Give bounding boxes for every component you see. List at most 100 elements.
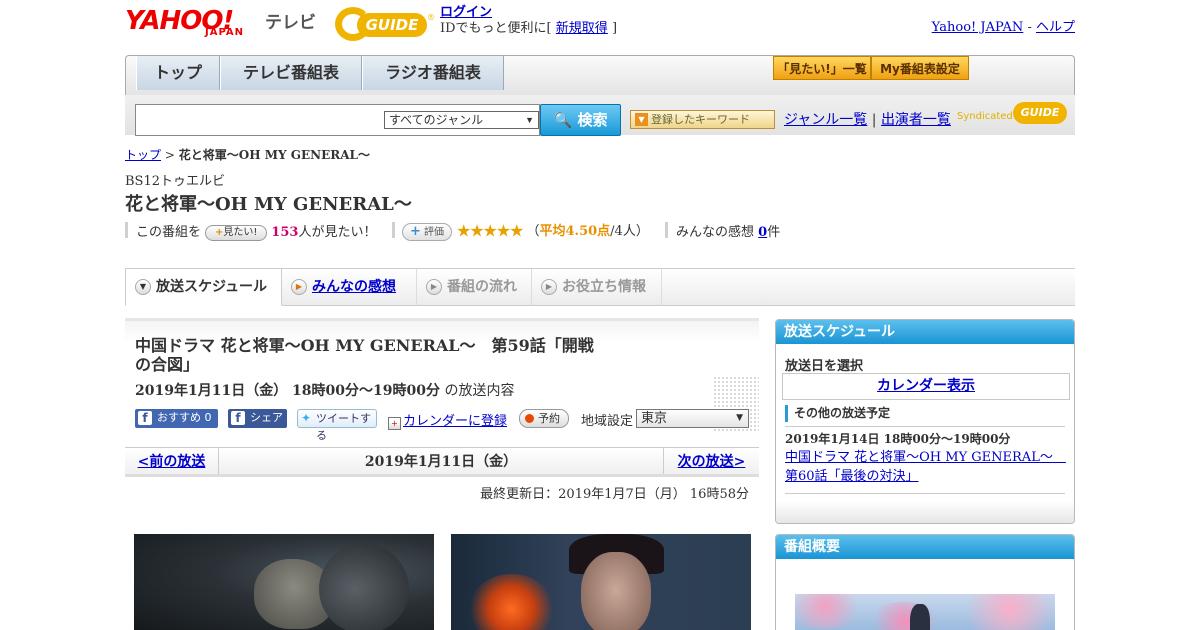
search-links: ジャンル一覧 | 出演者一覧 [784, 109, 951, 129]
want-prefix: この番組を [136, 225, 202, 240]
help-link[interactable]: ヘルプ [1036, 20, 1075, 35]
next-broadcast-time: 2019年1月14日 18時00分～19時00分 [785, 432, 1011, 446]
nav-tab-radio-schedule[interactable]: ラジオ番組表 [362, 56, 504, 90]
tweet-label: ツイートする [316, 412, 371, 442]
schedule-box-footer [776, 501, 1074, 523]
evaluate-button[interactable]: + 評価 [402, 222, 452, 241]
last-updated: 最終更新日：2019年1月7日（月） 16時58分 [480, 487, 749, 502]
tab-useful-info: ▶ お役立ち情報 [532, 269, 662, 305]
rating-average: 平均4.50点 [539, 224, 611, 239]
episode-datetime: 2019年1月11日（金） 18時00分～19時00分 の放送内容 [135, 380, 514, 400]
episode-image-2 [451, 534, 751, 630]
syndicated-gguide-logo: Syndicated GUIDE [957, 102, 1069, 128]
evaluate-button-label: 評価 [424, 226, 445, 238]
image-figure [319, 544, 409, 630]
chevron-right-icon: ▶ [426, 279, 442, 295]
nav-tab-top[interactable]: トップ [136, 56, 220, 90]
my-schedule-settings-button[interactable]: My番組表設定 [871, 56, 969, 80]
dropdown-arrow-icon: ▼ [525, 115, 534, 125]
facebook-share-button[interactable]: f シェア [228, 409, 287, 428]
want-button[interactable]: +見たい! [205, 224, 268, 241]
divider [392, 222, 395, 238]
divider [785, 426, 1065, 427]
triangle-down-icon: ▼ [635, 113, 648, 126]
search-icon: 🔍 [553, 111, 573, 129]
impressions-count-link[interactable]: 0 [758, 225, 767, 240]
episode-title: 中国ドラマ 花と将軍～OH MY GENERAL～ 第59話「開戦の合図」 [135, 336, 594, 374]
calendar-icon: + [388, 417, 401, 430]
genre-list-link[interactable]: ジャンル一覧 [784, 112, 867, 128]
schedule-sidebar-box: 放送スケジュール 放送日を選択 カレンダー表示 その他の放送予定 2019年1月… [775, 319, 1075, 524]
episode-datetime-suffix: の放送内容 [440, 383, 515, 399]
header: YAHOO! JAPAN テレビ GUIDE ® ログイン IDでもっと便利に[… [125, 5, 1075, 50]
record-dot-icon [525, 414, 534, 423]
login-link[interactable]: ログイン [440, 5, 492, 20]
tab-impressions[interactable]: ▶ みんなの感想 [282, 269, 417, 305]
episode-datetime-value: 2019年1月11日（金） 18時00分～19時00分 [135, 383, 440, 399]
genre-select-value: すべてのジャンル [389, 113, 484, 127]
other-schedule-heading: その他の放送予定 [785, 405, 890, 422]
facebook-share-label: シェア [250, 411, 283, 424]
region-select[interactable]: 東京 ▼ [636, 409, 749, 428]
rating-stars-icon: ★★★★★ [456, 221, 524, 242]
pager-date: 2019年1月11日（金） [364, 454, 518, 470]
nav-tab-tv-schedule[interactable]: テレビ番組表 [220, 56, 362, 90]
search-button[interactable]: 🔍 検索 [540, 104, 621, 136]
chevron-right-icon: ▶ [541, 279, 557, 295]
breadcrumb: トップ > 花と将軍～OH MY GENERAL～ [125, 146, 370, 163]
program-status-row: この番組を +見たい! 153人が見たい！ + 評価 ★★★★★ （平均4.50… [125, 220, 1075, 242]
reserve-button[interactable]: 予約 [519, 409, 569, 428]
breadcrumb-current: 花と将軍～OH MY GENERAL～ [178, 148, 370, 162]
blossom-decoration [955, 594, 1055, 630]
impressions-label: みんなの感想 [676, 225, 755, 240]
channel-name: BS12トゥエルビ [125, 174, 226, 189]
calendar-register-label: カレンダーに登録 [403, 414, 508, 429]
schedule-box-title: 放送スケジュール [776, 320, 1074, 344]
twitter-bird-icon: ✦ [301, 411, 312, 425]
want-section: この番組を +見たい! 153人が見たい！ [136, 221, 376, 241]
header-links: Yahoo! JAPAN - ヘルプ [932, 16, 1075, 35]
episode-image-1 [134, 534, 434, 630]
gguide-logo[interactable]: GUIDE ® [335, 5, 435, 43]
plus-icon: + [409, 223, 421, 239]
tab-program-flow: ▶ 番組の流れ [417, 269, 532, 305]
registered-keyword-button[interactable]: ▼ 登録したキーワード [630, 110, 775, 129]
search-button-label: 検索 [577, 111, 608, 129]
register-close-bracket: ] [611, 21, 618, 36]
yahoo-japan-link[interactable]: Yahoo! JAPAN [932, 20, 1024, 35]
region-select-value: 東京 [641, 411, 668, 426]
cast-list-link[interactable]: 出演者一覧 [881, 112, 951, 128]
tab-label: 番組の流れ [447, 279, 517, 295]
tab-broadcast-schedule[interactable]: ▼ 放送スケジュール [125, 268, 282, 306]
next-episode-link[interactable]: 中国ドラマ 花と将軍～OH MY GENERAL～ 第60話「最後の対決」 [785, 448, 1070, 486]
rating-section: + 評価 ★★★★★ （平均4.50点/4人） [402, 220, 649, 242]
facebook-icon: f [231, 411, 245, 425]
impressions-suffix: 件 [767, 225, 781, 240]
calendar-register-link[interactable]: + カレンダーに登録 [388, 410, 507, 430]
blossom-decoration [865, 602, 945, 630]
breadcrumb-separator: > [164, 148, 175, 162]
region-label: 地域設定 [581, 414, 634, 429]
calendar-display-button[interactable]: カレンダー表示 [782, 373, 1070, 400]
episode-header: 中国ドラマ 花と将軍～OH MY GENERAL～ 第59話「開戦の合図」 20… [125, 318, 759, 442]
tweet-button[interactable]: ✦ ツイートする [297, 409, 377, 442]
tab-label: お役立ち情報 [562, 279, 646, 295]
main-nav: トップ テレビ番組表 ラジオ番組表 「見たい!」一覧 My番組表設定 [125, 55, 1075, 100]
social-actions: f おすすめ 0 f シェア ✦ ツイートする + カレンダーに登録 予約 地域設… [135, 409, 755, 442]
tv-logo-text[interactable]: テレビ [265, 8, 316, 33]
breadcrumb-top-link[interactable]: トップ [125, 148, 161, 162]
overview-sidebar-box: 番組概要 [775, 534, 1075, 630]
tab-label: みんなの感想 [312, 279, 396, 295]
next-broadcast-link[interactable]: 次の放送> [663, 448, 759, 474]
facebook-recommend-button[interactable]: f おすすめ 0 [135, 409, 218, 428]
chevron-down-icon: ▼ [135, 279, 151, 295]
gguide-logo-text: GUIDE [357, 13, 427, 37]
register-link[interactable]: 新規取得 [556, 21, 608, 36]
image-fire [469, 574, 554, 630]
genre-select[interactable]: すべてのジャンル ▼ [384, 111, 539, 129]
blossom-decoration [795, 594, 865, 629]
want-list-button[interactable]: 「見たい!」一覧 [773, 56, 871, 80]
divider [785, 493, 1065, 494]
prev-broadcast-link[interactable]: <前の放送 [125, 448, 219, 474]
program-poster-image [795, 594, 1055, 630]
